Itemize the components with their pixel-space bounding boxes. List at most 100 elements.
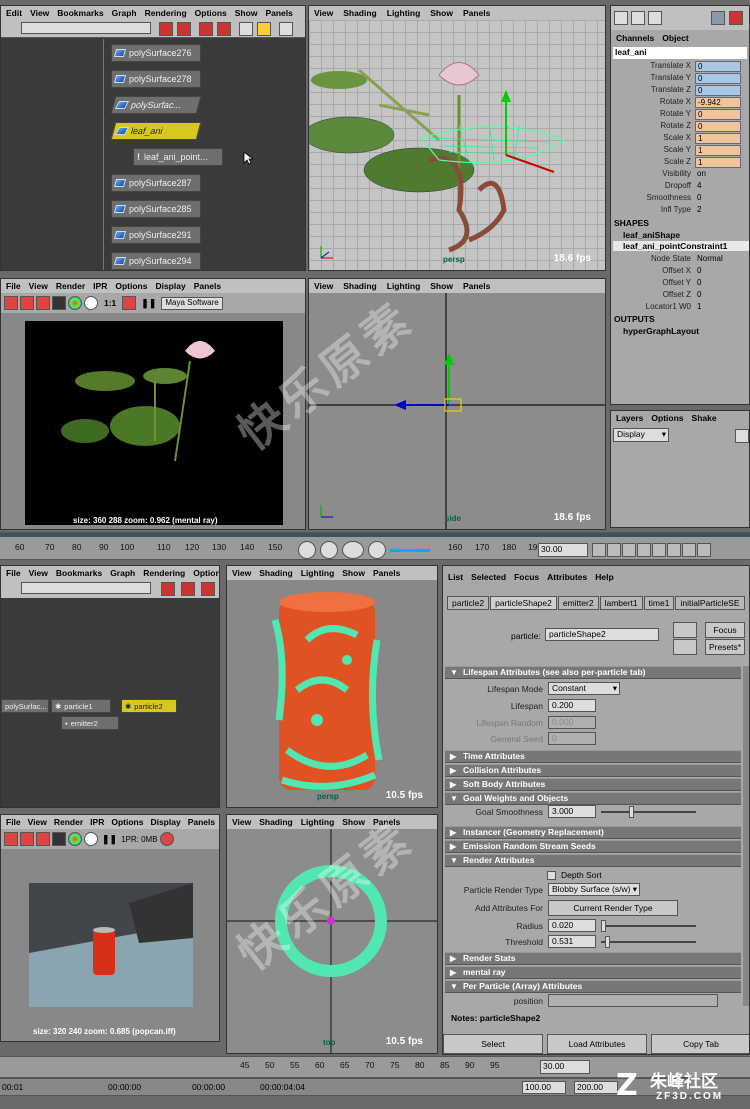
shape-point-constraint[interactable]: leaf_ani_pointConstraint1: [613, 241, 749, 251]
menu-view[interactable]: View: [314, 281, 333, 291]
frame-mental-ray[interactable]: ▶ mental ray: [445, 966, 741, 979]
key-forward-icon[interactable]: [667, 543, 681, 557]
frame-collision-attributes[interactable]: ▶ Collision Attributes: [445, 764, 741, 777]
menu-panels[interactable]: Panels: [265, 8, 292, 18]
frame-render-attributes[interactable]: ▼ Render Attributes: [445, 854, 741, 867]
top-viewport[interactable]: top 10.5 fps: [227, 829, 437, 1053]
load-attributes-button[interactable]: Load Attributes: [547, 1034, 647, 1054]
new-layer-icon[interactable]: [735, 429, 749, 443]
hypergraph-canvas[interactable]: polySurface276 polySurface278 polySurfac…: [1, 39, 305, 270]
menu-view[interactable]: View: [232, 817, 251, 827]
node-particle2[interactable]: ✱ particle2: [121, 699, 177, 713]
threshold-slider[interactable]: [601, 936, 696, 948]
tab-emitter2[interactable]: emitter2: [557, 596, 599, 610]
tab-initialparticlese[interactable]: initialParticleSE: [675, 596, 745, 610]
forward-button[interactable]: [368, 541, 386, 559]
presets-button[interactable]: Presets*: [705, 639, 745, 655]
slider-handle[interactable]: [601, 920, 606, 932]
ipr-icon[interactable]: [52, 832, 66, 846]
menu-panels[interactable]: Panels: [373, 568, 400, 578]
channel-visibility[interactable]: Visibility on: [611, 169, 749, 181]
step-back-icon[interactable]: [607, 543, 621, 557]
menu-display[interactable]: Display: [150, 817, 180, 827]
attr-offset-y[interactable]: Offset Y0: [611, 278, 749, 290]
menu-bookmarks[interactable]: Bookmarks: [57, 8, 103, 18]
menu-view[interactable]: View: [28, 817, 47, 827]
menu-render[interactable]: Render: [54, 817, 83, 827]
menu-panels[interactable]: Panels: [194, 281, 221, 291]
renderer-dropdown[interactable]: Maya Software: [161, 296, 223, 310]
range-start-field[interactable]: 100.00: [522, 1081, 566, 1094]
stop-button[interactable]: [298, 541, 316, 559]
attr-scrollbar[interactable]: [743, 666, 749, 1006]
menu-list[interactable]: List: [448, 572, 463, 582]
channel-rotate-z[interactable]: Rotate Z0: [611, 121, 749, 133]
menu-channels[interactable]: Channels: [616, 33, 654, 43]
alpha-channel-icon[interactable]: [84, 832, 98, 846]
ipr-refresh-icon[interactable]: [159, 832, 174, 846]
rgb-channel-icon[interactable]: [68, 296, 82, 310]
lifespan-field[interactable]: 0.200: [548, 699, 596, 712]
channel-scale-x[interactable]: Scale X1: [611, 133, 749, 145]
menu-graph[interactable]: Graph: [110, 568, 135, 578]
focus-out-icon[interactable]: [673, 639, 697, 655]
menu-show[interactable]: Show: [430, 8, 453, 18]
menu-lighting[interactable]: Lighting: [387, 281, 421, 291]
graph-down-icon[interactable]: [177, 22, 191, 36]
menu-shading[interactable]: Shading: [259, 817, 293, 827]
node-polysurface276[interactable]: polySurface276: [111, 44, 201, 62]
menu-options[interactable]: Options: [193, 568, 219, 578]
current-render-type-button[interactable]: Current Render Type: [548, 900, 678, 916]
menu-ipr[interactable]: IPR: [93, 281, 107, 291]
step-forward-icon[interactable]: [682, 543, 696, 557]
menu-layers[interactable]: Layers: [616, 413, 643, 423]
key-back-icon[interactable]: [622, 543, 636, 557]
render-region-icon[interactable]: [20, 832, 34, 846]
menu-display[interactable]: Display: [155, 281, 185, 291]
timeline-scrub-bar[interactable]: [0, 533, 750, 537]
tab-lambert1[interactable]: lambert1: [599, 596, 643, 610]
menu-show[interactable]: Show: [342, 817, 365, 827]
depth-sort-checkbox[interactable]: [547, 871, 556, 880]
menu-object[interactable]: Object: [662, 33, 688, 43]
node-polysurface278[interactable]: polySurface278: [111, 70, 201, 88]
hypergraph-canvas[interactable]: polySurfac... ✱ particle1 ✱ particle2 ▪ emi…: [1, 599, 219, 807]
list-icon[interactable]: [614, 11, 628, 25]
menu-view[interactable]: View: [29, 281, 48, 291]
node-polysurface-truncated[interactable]: polySurfac...: [110, 96, 202, 114]
menu-show[interactable]: Show: [342, 568, 365, 578]
ratio-label[interactable]: 1:1: [104, 298, 116, 308]
object-name[interactable]: leaf_ani: [613, 47, 747, 59]
menu-bookmarks[interactable]: Bookmarks: [56, 568, 102, 578]
menu-lighting[interactable]: Lighting: [301, 817, 335, 827]
go-end-icon[interactable]: [697, 543, 711, 557]
focus-button[interactable]: Focus: [705, 622, 745, 638]
current-frame-field[interactable]: 30.00: [540, 1060, 590, 1074]
transform-icon[interactable]: [711, 11, 725, 25]
node-name-field[interactable]: particleShape2: [545, 628, 659, 641]
side-viewport[interactable]: side 18.6 fps: [309, 293, 605, 529]
menu-graph[interactable]: Graph: [112, 8, 137, 18]
node-polysurface285[interactable]: polySurface285: [111, 200, 201, 218]
menu-panels[interactable]: Panels: [373, 817, 400, 827]
attr-node-state[interactable]: Node State Normal: [611, 254, 749, 266]
menu-file[interactable]: File: [6, 817, 21, 827]
menu-panels[interactable]: Panels: [188, 817, 215, 827]
menu-ipr[interactable]: IPR: [90, 817, 104, 827]
menu-shake[interactable]: Shake: [692, 413, 717, 423]
channel-scale-z[interactable]: Scale Z1: [611, 157, 749, 169]
graph-output-icon[interactable]: [217, 22, 231, 36]
play-back-icon[interactable]: [637, 543, 651, 557]
persp-viewport[interactable]: persp 10.5 fps: [227, 580, 437, 807]
menu-show[interactable]: Show: [235, 8, 258, 18]
volume-slider[interactable]: [390, 549, 430, 552]
frame-goal-weights[interactable]: ▼ Goal Weights and Objects: [445, 792, 741, 805]
frame-render-stats[interactable]: ▶ Render Stats: [445, 952, 741, 965]
current-frame-field[interactable]: 30.00: [538, 543, 588, 557]
attr-scroll-area[interactable]: ▼ Lifespan Attributes (see also per-parti…: [445, 666, 741, 1007]
tab-time1[interactable]: time1: [643, 596, 675, 610]
attr-locator-weight[interactable]: Locator1 W0 1: [611, 302, 749, 314]
snapshot-icon[interactable]: [36, 832, 50, 846]
alpha-channel-icon[interactable]: [84, 296, 98, 310]
render-region-icon[interactable]: [20, 296, 34, 310]
